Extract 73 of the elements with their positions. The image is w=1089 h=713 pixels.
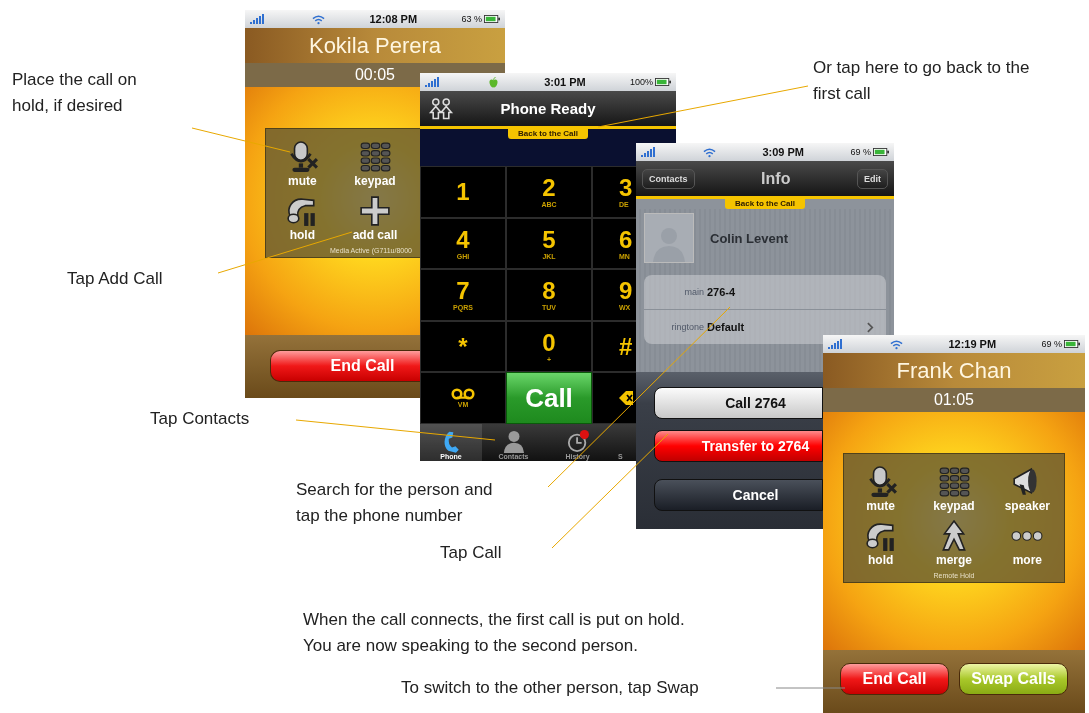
keypad-key[interactable]: 1	[420, 166, 506, 218]
backspace-icon	[619, 390, 633, 407]
screen-title: Phone Ready	[499, 100, 597, 117]
leader-line	[775, 687, 846, 689]
field-label: ringtone	[670, 322, 704, 332]
cancel-button[interactable]: Cancel	[654, 479, 823, 511]
battery-percentage: 100%	[629, 77, 653, 87]
add-call-button[interactable]: add call	[338, 195, 412, 243]
delete-key[interactable]	[592, 372, 636, 424]
field-value: 276-4	[707, 286, 737, 298]
mute-button[interactable]: mute	[844, 466, 918, 514]
annotation-text: Tap Contacts	[150, 408, 250, 430]
back-to-call-button[interactable]: Back to the Call	[725, 199, 805, 209]
contact-name: Colin Levent	[710, 230, 788, 246]
battery-percentage: 69 %	[1041, 339, 1062, 349]
voicemail-icon	[451, 387, 475, 400]
call-duration: 01:05	[933, 391, 974, 409]
battery-icon	[873, 148, 889, 156]
clock-time: 12:08 PM	[369, 13, 418, 25]
end-call-button[interactable]: End Call	[270, 350, 420, 382]
battery-icon	[655, 78, 671, 86]
keypad-key[interactable]: #	[592, 320, 636, 373]
clock-icon	[566, 429, 589, 453]
annotation-text: When the call connects, the first call is put on hold. You are now speaking to the second person.	[303, 609, 685, 657]
annotation-text: Tap Add Call	[67, 268, 163, 290]
annotation-text: Or tap here to go back to the first call	[813, 57, 1030, 105]
battery-percentage: 69 %	[850, 147, 871, 157]
merge-button[interactable]: merge	[917, 520, 991, 568]
hold-button[interactable]: hold	[844, 520, 918, 568]
annotation-text: Place the call on hold, if desired	[12, 69, 137, 117]
caller-name: Frank Chan	[896, 357, 1012, 384]
person-icon	[502, 429, 525, 453]
end-call-button[interactable]: End Call	[840, 663, 949, 695]
clock-time: 12:19 PM	[948, 338, 997, 350]
caller-name: Kokila Perera	[308, 32, 442, 59]
annotation-text: To switch to the other person, tap Swap	[401, 677, 699, 699]
annotation-text: Search for the person and tap the phone number	[296, 479, 493, 527]
speaker-button[interactable]: speaker	[990, 466, 1064, 514]
signal-icon	[425, 77, 439, 87]
annotation-text: Tap Call	[440, 542, 502, 564]
clock-time: 3:01 PM	[544, 76, 586, 88]
keypad-button[interactable]: keypad	[917, 466, 991, 514]
keypad-key[interactable]: *	[420, 320, 506, 373]
wifi-icon	[890, 338, 903, 350]
plus-icon	[359, 195, 391, 227]
keypad-icon	[938, 466, 970, 498]
contacts-back-button[interactable]: Contacts	[642, 168, 695, 189]
clock-time: 3:09 PM	[762, 146, 805, 158]
battery-icon	[484, 15, 500, 23]
chevron-right-icon	[867, 321, 874, 333]
keypad-icon	[359, 141, 391, 173]
handset-pause-icon	[864, 520, 897, 552]
people-arrows-icon	[428, 96, 454, 121]
signal-icon	[828, 339, 842, 349]
transfer-button[interactable]: Transfer to 2764	[654, 430, 823, 462]
wifi-icon	[312, 13, 325, 25]
screen-title: Info	[761, 169, 791, 188]
mute-button[interactable]: mute	[266, 141, 339, 189]
battery-percentage: 63 %	[461, 14, 482, 24]
battery-icon	[1064, 340, 1080, 348]
hold-button[interactable]: hold	[266, 195, 339, 243]
keypad-button[interactable]: keypad	[338, 141, 412, 189]
field-label: main	[683, 287, 704, 297]
edit-button[interactable]: Edit	[857, 168, 888, 189]
apple-icon	[487, 76, 500, 88]
more-button[interactable]: more	[990, 520, 1064, 568]
call-button[interactable]: Call	[506, 372, 592, 424]
call-number-button[interactable]: Call 2764	[654, 387, 823, 419]
signal-icon	[250, 14, 264, 24]
call-duration: 00:05	[354, 66, 395, 84]
back-to-call-button[interactable]: Back to the Call	[508, 129, 588, 139]
wifi-icon	[703, 146, 716, 158]
signal-icon	[641, 147, 655, 157]
